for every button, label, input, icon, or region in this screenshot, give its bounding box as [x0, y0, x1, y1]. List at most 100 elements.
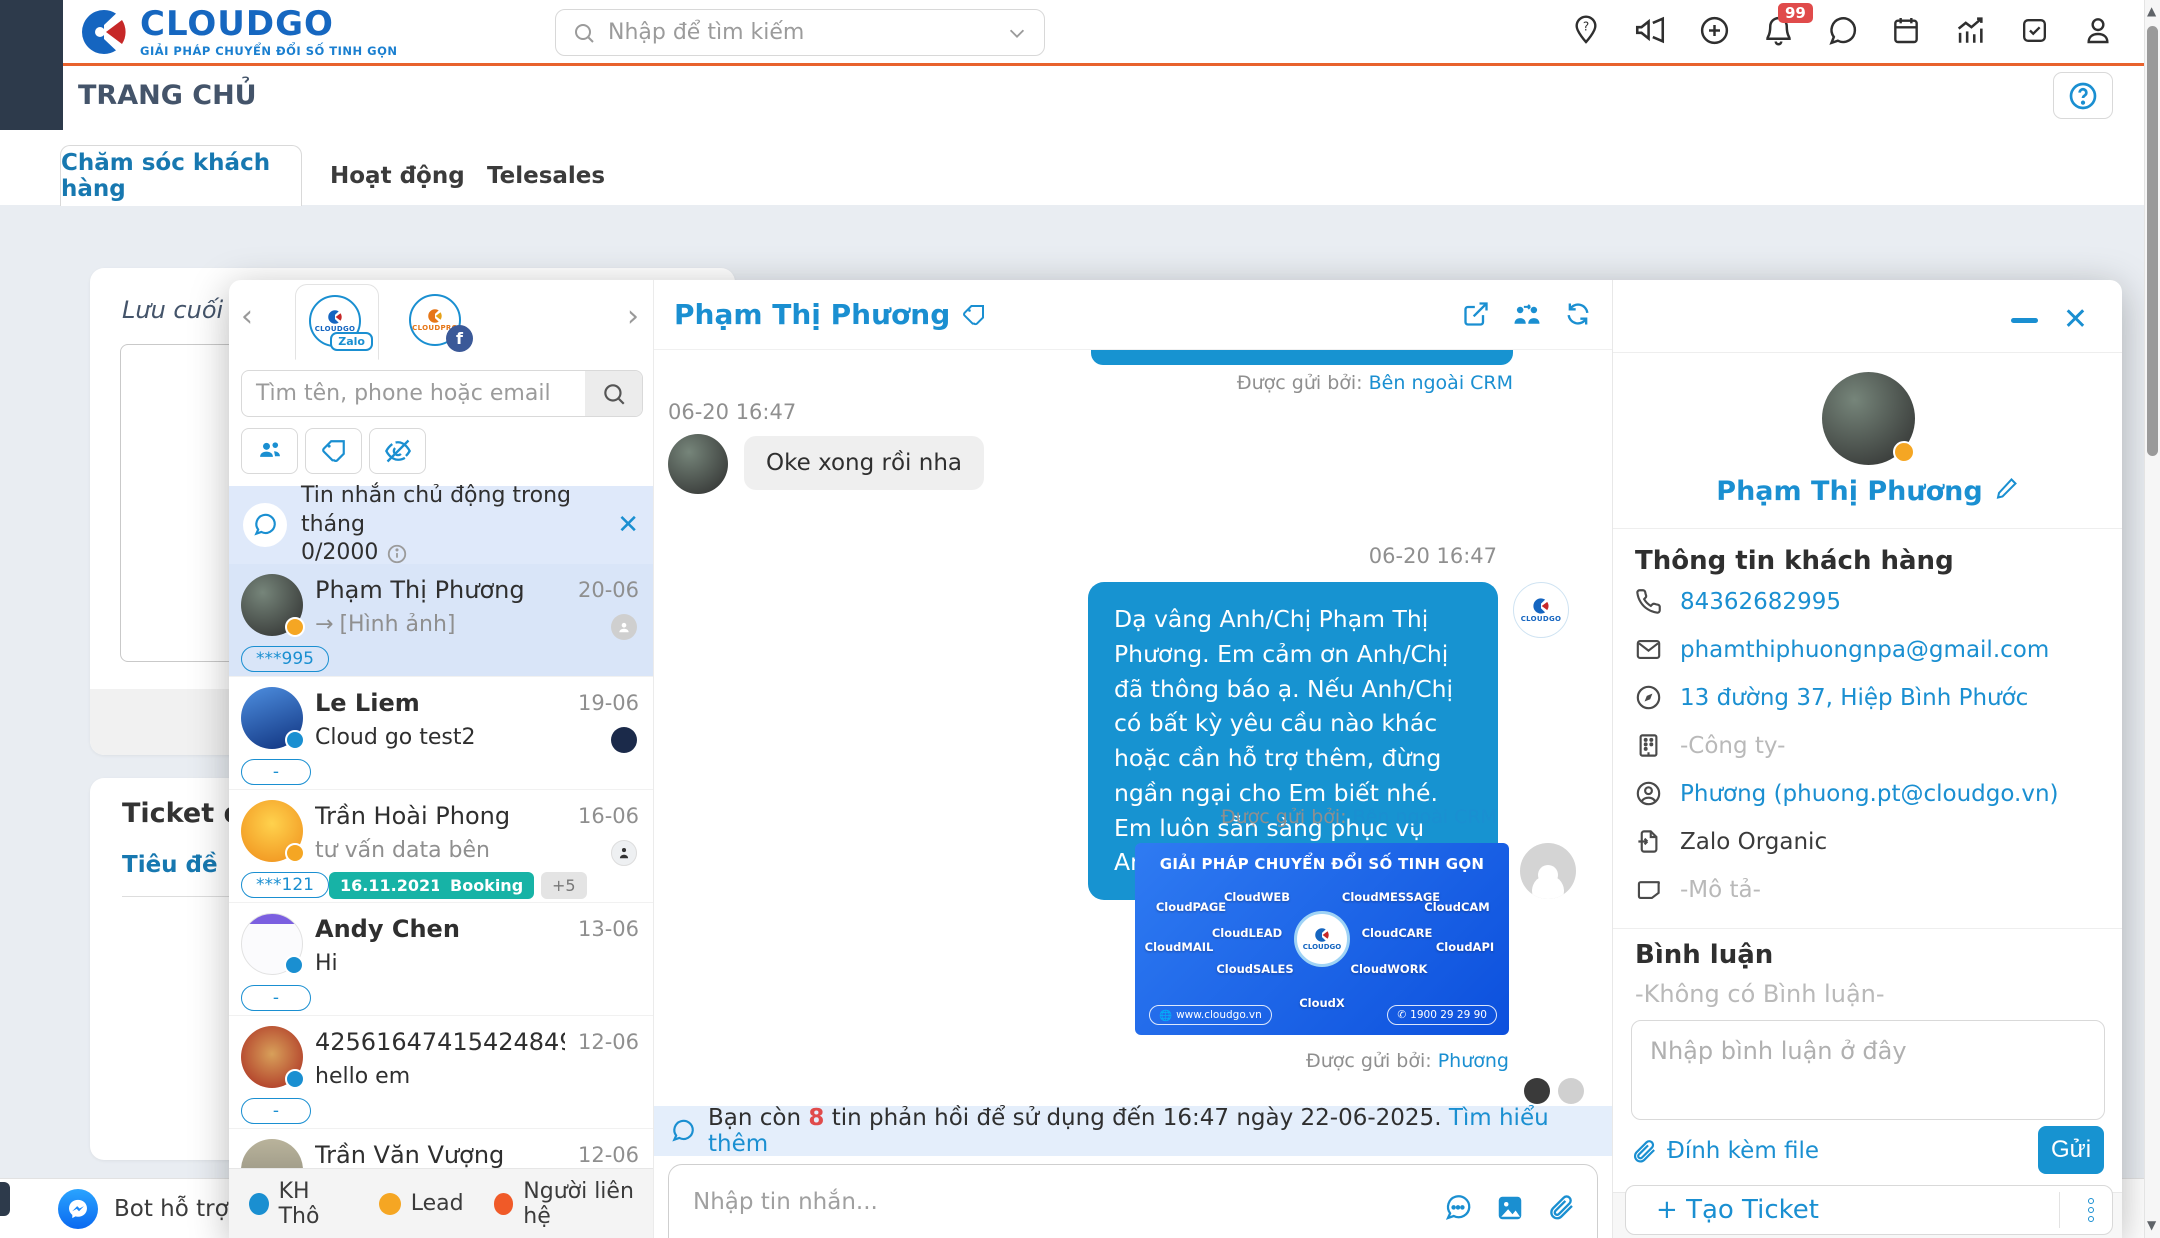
phone-tag-pill[interactable]: ***121: [241, 872, 329, 898]
conversation-date: 13-06: [577, 917, 639, 941]
conversation-item-andy[interactable]: Andy Chen Hi 13-06 -: [229, 903, 653, 1016]
calendar-icon[interactable]: [1888, 12, 1924, 48]
create-ticket-button[interactable]: + Tạo Ticket: [1625, 1185, 2113, 1235]
tag-icon[interactable]: [962, 303, 986, 327]
customer-source[interactable]: Zalo Organic: [1680, 829, 1827, 855]
conversation-item-digits[interactable]: 4256164741542484909 hello em 12-06 -: [229, 1016, 653, 1129]
app-screen: Lưu cuối lúc Thứ 7 Ticket đã đóng Tiêu đ…: [0, 0, 2160, 1238]
customer-owner[interactable]: Phương (phuong.pt@cloudgo.vn): [1680, 781, 2059, 807]
cloudgo-logo[interactable]: CLOUDGO GIẢI PHÁP CHUYỂN ĐỔI SỐ TINH GỌN: [78, 6, 397, 58]
sent-by-external[interactable]: Bên ngoài CRM: [1353, 806, 1497, 828]
customer-description-row[interactable]: -Mô tả-: [1635, 876, 1761, 903]
messenger-icon[interactable]: [58, 1188, 98, 1229]
comment-input[interactable]: Nhập bình luận ở đây: [1631, 1020, 2105, 1120]
conversation-search-button[interactable]: [585, 371, 642, 416]
conversation-preview: tư vấn data bên: [315, 838, 490, 863]
customer-description[interactable]: -Mô tả-: [1680, 877, 1761, 903]
reports-chart-icon[interactable]: [1952, 12, 1988, 48]
user-profile-icon[interactable]: [2080, 12, 2116, 48]
chat-window: ‹ CLOUDGO Zalo CLOUDPRO f › Tìm tên, pho…: [229, 280, 2122, 1238]
filter-hidden-button[interactable]: [369, 428, 426, 474]
channel-next-icon[interactable]: ›: [627, 302, 639, 332]
send-image-icon[interactable]: [1495, 1193, 1525, 1223]
channel-strip: ‹ CLOUDGO Zalo CLOUDPRO f ›: [229, 280, 653, 360]
avatar: [241, 1026, 305, 1089]
global-search[interactable]: Nhập để tìm kiếm: [555, 9, 1045, 56]
attach-file-label: Đính kèm file: [1667, 1138, 1820, 1164]
date-label[interactable]: 16.11.2021: [329, 872, 453, 899]
megaphone-icon[interactable]: [1632, 12, 1668, 48]
close-window-icon[interactable]: ✕: [2063, 302, 2088, 337]
customer-email[interactable]: phamthiphuongnpa@gmail.com: [1680, 637, 2049, 663]
sent-by-external[interactable]: Bên ngoài CRM: [1369, 372, 1513, 394]
customer-phone[interactable]: 84362682995: [1680, 589, 1841, 615]
info-icon[interactable]: [386, 543, 408, 565]
refresh-icon[interactable]: [1564, 300, 1592, 330]
tag-pill[interactable]: -: [241, 985, 311, 1011]
scroll-up-arrow[interactable]: ▲: [2147, 4, 2156, 18]
phone-tag-pill[interactable]: ***995: [241, 646, 329, 672]
customer-company[interactable]: -Công ty-: [1680, 733, 1785, 759]
customer-info-title: Thông tin khách hàng: [1635, 546, 1954, 576]
scroll-down-arrow[interactable]: ▼: [2147, 1218, 2156, 1232]
help-button[interactable]: [2053, 72, 2113, 119]
attach-file-button[interactable]: Đính kèm file: [1631, 1138, 1819, 1164]
conversation-item-phuong[interactable]: Phạm Thị Phương → [Hình ảnh] 20-06 ***995: [229, 564, 653, 677]
scrollbar-thumb[interactable]: [2147, 26, 2158, 456]
tab-activities[interactable]: Hoạt động: [330, 145, 465, 206]
quick-reply-icon[interactable]: [1443, 1193, 1473, 1223]
conversation-item-phong[interactable]: Trần Hoài Phong tư vấn data bên 16-06 **…: [229, 790, 653, 903]
page-scrollbar[interactable]: ▲ ▼: [2144, 0, 2160, 1238]
attach-file-icon[interactable]: [1547, 1193, 1575, 1223]
tab-telesales[interactable]: Telesales: [487, 145, 605, 206]
tab-customer-care[interactable]: Chăm sóc khách hàng: [60, 145, 302, 206]
banner-title: GIẢI PHÁP CHUYỂN ĐỔI SỐ TINH GỌN: [1159, 855, 1485, 873]
ticket-menu-kebab-icon[interactable]: [2088, 1198, 2094, 1222]
message-input[interactable]: Nhập tin nhắn...: [668, 1164, 1598, 1238]
divider: [1613, 528, 2122, 529]
kh-status-dot: [285, 730, 305, 750]
cloudgo-banner-image[interactable]: GIẢI PHÁP CHUYỂN ĐỔI SỐ TINH GỌN CloudPA…: [1135, 843, 1509, 1035]
customer-owner-row[interactable]: Phương (phuong.pt@cloudgo.vn): [1635, 780, 2059, 807]
chevron-down-icon[interactable]: [1006, 22, 1028, 44]
open-external-icon[interactable]: [1462, 300, 1490, 330]
transfer-conversation-icon[interactable]: [1512, 300, 1542, 330]
customer-address[interactable]: 13 đường 37, Hiệp Bình Phước: [1680, 685, 2028, 711]
notice-close-icon[interactable]: ✕: [617, 510, 639, 540]
add-icon[interactable]: [1696, 12, 1732, 48]
conversation-preview: Hi: [315, 951, 338, 976]
customer-address-row[interactable]: 13 đường 37, Hiệp Bình Phước: [1635, 684, 2028, 711]
more-labels[interactable]: +5: [541, 872, 587, 899]
tag-pill[interactable]: -: [241, 759, 311, 785]
conversation-name: 4256164741542484909: [315, 1028, 565, 1056]
filter-contacts-button[interactable]: [241, 428, 298, 474]
channel-facebook[interactable]: CLOUDPRO f: [409, 294, 473, 352]
customer-source-row[interactable]: Zalo Organic: [1635, 828, 1827, 855]
minimize-window-icon[interactable]: [2011, 318, 2038, 323]
customer-email-row[interactable]: phamthiphuongnpa@gmail.com: [1635, 636, 2049, 663]
channel-prev-icon[interactable]: ‹: [241, 302, 253, 332]
edit-pencil-icon[interactable]: [1995, 476, 2019, 507]
read-receipt-avatar: [1558, 1078, 1584, 1104]
message-timestamp: 06-20 16:47: [1368, 544, 1497, 568]
location-help-icon[interactable]: ?: [1568, 12, 1604, 48]
conversation-name: Andy Chen: [315, 915, 460, 943]
sent-by-phuong[interactable]: Phương: [1438, 1050, 1509, 1072]
customer-company-row[interactable]: -Công ty-: [1635, 732, 1785, 759]
conversation-item-leliem[interactable]: Le Liem Cloud go test2 19-06 -: [229, 677, 653, 790]
conversation-search[interactable]: Tìm tên, phone hoặc email: [241, 370, 643, 417]
send-comment-button[interactable]: Gửi: [2038, 1126, 2104, 1174]
chat-icon[interactable]: [1824, 12, 1860, 48]
notifications-bell-icon[interactable]: 99: [1760, 3, 1813, 48]
filter-tags-button[interactable]: [305, 428, 362, 474]
booking-label[interactable]: Booking: [439, 872, 535, 899]
banner-logo: CLOUDGO: [1294, 911, 1350, 967]
conversation-item-vuong[interactable]: Trần Văn Vượng 12-06: [229, 1129, 653, 1168]
message-input-placeholder: Nhập tin nhắn...: [693, 1189, 878, 1215]
truncated-message-bubble: [1091, 350, 1513, 365]
tasks-check-icon[interactable]: [2016, 12, 2052, 48]
channel-zalo-selected[interactable]: CLOUDGO Zalo: [295, 284, 379, 360]
tag-pill[interactable]: -: [241, 1098, 311, 1124]
customer-phone-row[interactable]: 84362682995: [1635, 588, 1841, 615]
customer-name: Phạm Thị Phương: [1613, 476, 2122, 507]
